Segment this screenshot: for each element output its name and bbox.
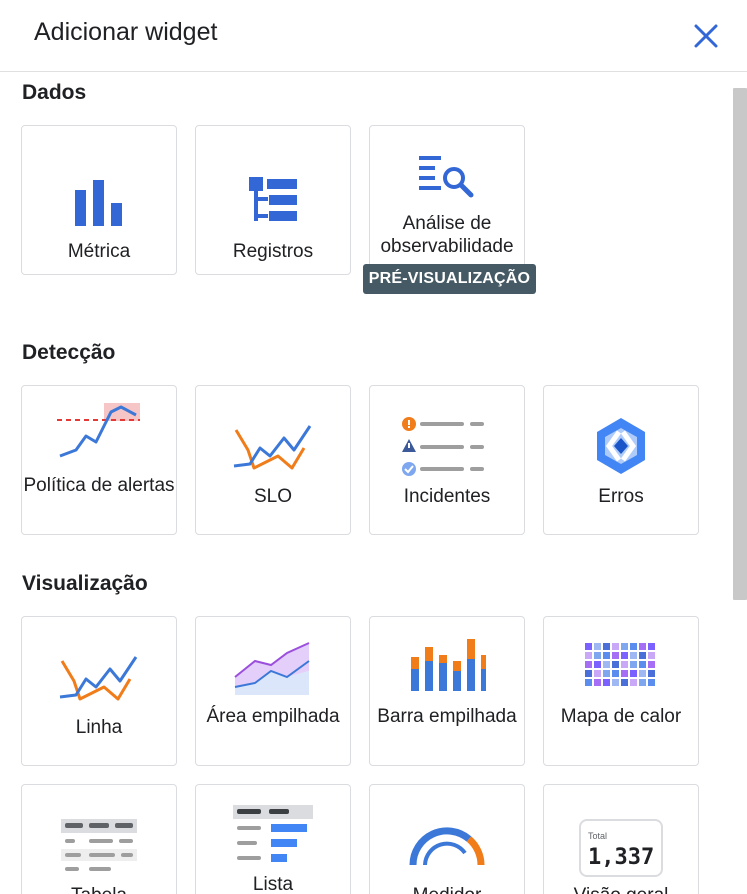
stacked-area-icon: [196, 641, 350, 697]
list-icon: [196, 805, 350, 865]
heatmap-icon: [544, 643, 698, 689]
section-title-dados: Dados: [22, 81, 87, 104]
widget-card-politica-alertas[interactable]: Política de alertas: [21, 385, 177, 535]
widget-card-slo[interactable]: SLO: [195, 385, 351, 535]
widget-card-analise-observabilidade[interactable]: Análise de observabilidade: [369, 125, 525, 275]
search-list-icon: [370, 152, 524, 198]
widget-label: Análise de observabilidade: [380, 213, 514, 257]
stacked-bar-icon: [370, 637, 524, 693]
widget-label: SLO: [253, 486, 293, 507]
widget-label: Visão geral: [544, 884, 698, 894]
widget-label: Barra empilhada: [377, 706, 517, 727]
line-chart-icon: [22, 653, 176, 703]
widget-label: Lista: [252, 874, 294, 894]
widget-label: Mapa de calor: [560, 706, 682, 727]
widget-card-metrica[interactable]: Métrica: [21, 125, 177, 275]
gauge-icon: [370, 823, 524, 869]
widget-label: Área empilhada: [206, 706, 340, 727]
widget-label: Incidentes: [403, 486, 491, 507]
alert-policy-icon: [22, 402, 176, 462]
widget-card-area-empilhada[interactable]: Área empilhada: [195, 616, 351, 766]
bar-chart-icon: [22, 178, 176, 226]
close-button[interactable]: [690, 20, 722, 52]
widget-card-visao-geral[interactable]: Total 1,337 Visão geral: [543, 784, 699, 894]
incidents-icon: [370, 416, 524, 476]
widget-card-erros[interactable]: Erros: [543, 385, 699, 535]
widget-card-incidentes[interactable]: Incidentes: [369, 385, 525, 535]
scorecard-total-label: Total: [588, 831, 608, 841]
widget-label: Tabela: [22, 884, 176, 894]
error-reporting-icon: [544, 416, 698, 476]
close-icon: [694, 24, 718, 48]
widget-card-barra-empilhada[interactable]: Barra empilhada: [369, 616, 525, 766]
dialog-title: Adicionar widget: [34, 18, 218, 46]
section-title-deteccao: Detecção: [22, 341, 116, 364]
widget-card-tabela[interactable]: Tabela: [21, 784, 177, 894]
widget-label: Política de alertas: [23, 475, 175, 496]
widget-card-mapa-calor[interactable]: Mapa de calor: [543, 616, 699, 766]
table-icon: [22, 819, 176, 875]
widget-card-lista[interactable]: Lista: [195, 784, 351, 894]
widget-card-medidor[interactable]: Medidor: [369, 784, 525, 894]
widget-card-registros[interactable]: Registros: [195, 125, 351, 275]
preview-badge: PRÉ-VISUALIZAÇÃO: [363, 264, 536, 294]
widget-label: Medidor: [370, 884, 524, 894]
logs-icon: [196, 176, 350, 226]
scorecard-total-value: 1,337: [588, 845, 655, 870]
widget-label: Registros: [232, 241, 314, 262]
widget-label: Erros: [598, 486, 644, 507]
widget-label: Métrica: [67, 241, 131, 262]
dialog-header: Adicionar widget: [0, 0, 747, 72]
section-title-visualizacao: Visualização: [22, 572, 148, 595]
widget-card-linha[interactable]: Linha: [21, 616, 177, 766]
widget-label: Linha: [75, 717, 123, 738]
scorecard-icon: Total 1,337: [544, 819, 698, 877]
slo-icon: [196, 422, 350, 472]
scrollbar[interactable]: [733, 88, 747, 600]
